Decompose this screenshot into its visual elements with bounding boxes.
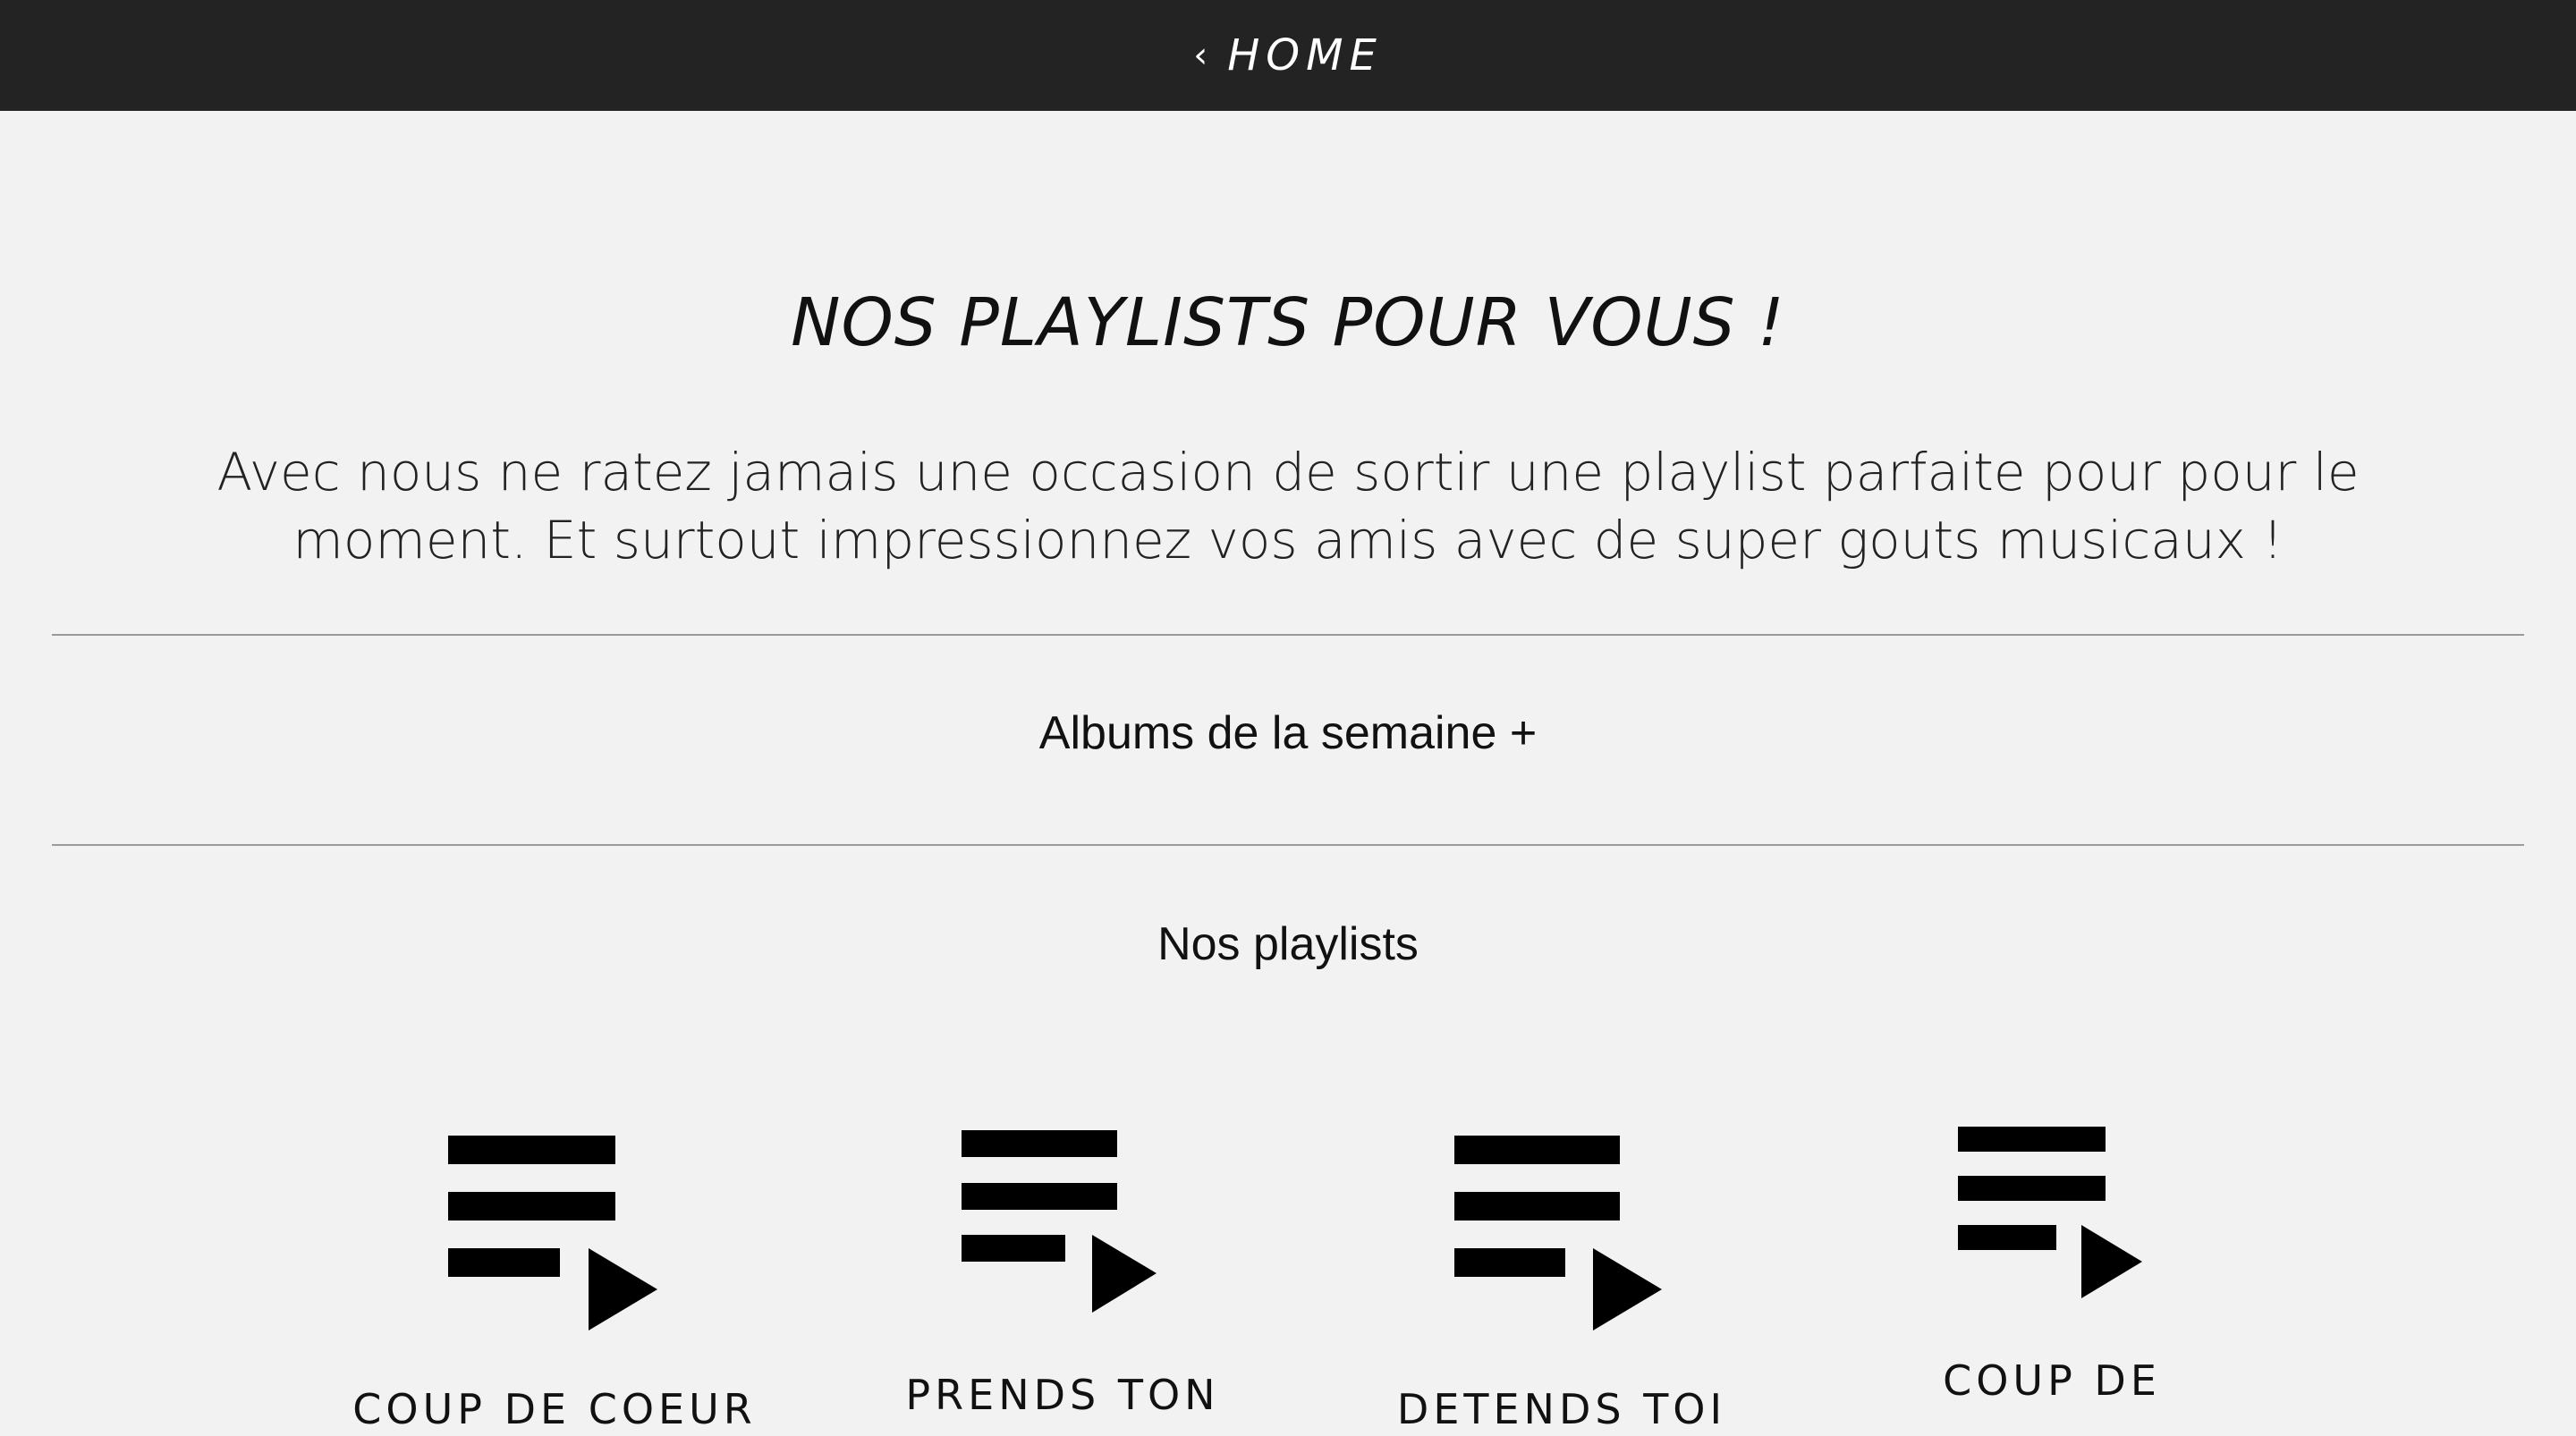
intro-text: Avec nous ne ratez jamais une occasion d… [216,442,2360,570]
playlist-item-coup-de-coeur[interactable]: COUP DE COEUR [349,1118,760,1433]
playlist-item-detends-toi[interactable]: DETENDS TOI [1356,1118,1767,1433]
playlist-play-icon [962,1130,1157,1313]
playlist-play-icon [448,1136,657,1330]
chevron-left-icon: ‹ [1193,35,1208,76]
divider [52,634,2524,636]
top-nav-bar: ‹ HOME [0,0,2576,111]
playlist-item-prends-ton[interactable]: PRENDS TON [857,1118,1268,1419]
albums-of-the-week-toggle[interactable]: Albums de la semaine + [0,706,2576,760]
playlist-item-coup-de[interactable]: COUP DE [1846,1118,2258,1409]
playlist-play-icon [1958,1127,2142,1298]
playlist-label: PRENDS TON [905,1371,1220,1419]
page-title: NOS PLAYLISTS POUR VOUS ! [791,284,1785,361]
playlist-label: COUP DE COEUR [352,1385,757,1433]
playlist-label: COUP DE [1943,1356,2161,1405]
playlist-label: DETENDS TOI [1396,1385,1727,1433]
divider [52,844,2524,846]
playlists-section-heading: Nos playlists [1157,918,1419,970]
home-link[interactable]: ‹ HOME [1193,30,1383,80]
playlist-play-icon [1454,1136,1662,1330]
home-label: HOME [1227,30,1383,80]
